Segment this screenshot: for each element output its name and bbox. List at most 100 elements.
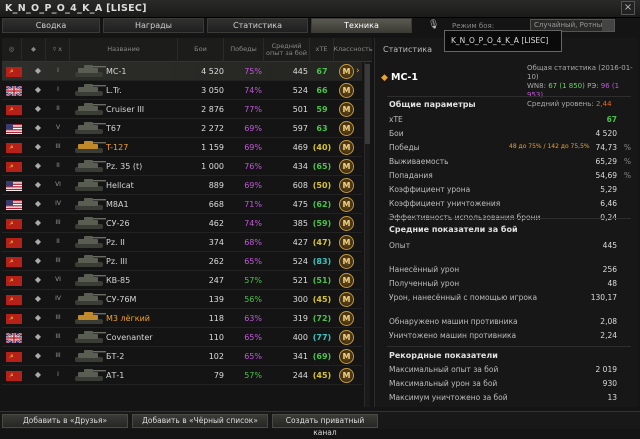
vehicle-xte: (83) xyxy=(312,257,332,266)
tier-column-header[interactable]: ▿ x xyxy=(46,38,70,62)
stat-row: Выживаемость 65,29% xyxy=(389,157,633,168)
vehicle-xte: (69) xyxy=(312,352,332,361)
mastery-badge-icon: M xyxy=(339,330,354,345)
vehicle-xte: (51) xyxy=(312,276,332,285)
general-stats-summary: Общая статистика (2016-01-10) WN8: 67 (1… xyxy=(527,64,637,109)
table-row[interactable]: ☭ ◆ II Pz. II 374 68% 427 (47) M xyxy=(2,233,362,252)
vehicle-class-icon: ◆ xyxy=(34,142,42,151)
table-row[interactable]: ☭ ◆ II Pz. 35 (t) 1 000 76% 434 (65) M xyxy=(2,157,362,176)
vehicle-battles: 4 520 xyxy=(201,67,224,76)
table-row[interactable]: ☭ ◆ III СУ-26 462 74% 385 (59) M xyxy=(2,214,362,233)
stat-value: 74,73 xyxy=(595,143,617,152)
wins-column-header[interactable]: Победы xyxy=(224,38,264,62)
svg-text:☭: ☭ xyxy=(9,297,14,303)
vehicle-class-icon: ◆ xyxy=(34,218,42,227)
vehicle-tier: II xyxy=(56,162,60,169)
vehicle-wins: 69% xyxy=(244,124,262,133)
stat-row: Опыт 445 xyxy=(389,241,633,252)
tab-awards[interactable]: Награды xyxy=(103,18,204,33)
tab-statistics[interactable]: Статистика xyxy=(207,18,308,33)
mastery-column-header[interactable]: Классность xyxy=(333,38,372,62)
stat-label: Максимальный урон за бой xyxy=(389,379,498,388)
vehicle-battles: 2 272 xyxy=(201,124,224,133)
vehicle-wins: 74% xyxy=(244,86,262,95)
svg-text:☭: ☭ xyxy=(9,240,14,246)
tab-summary[interactable]: Сводка xyxy=(2,18,100,33)
avg-tier-value: 2,44 xyxy=(595,100,612,108)
mastery-badge-icon: M xyxy=(339,83,354,98)
vehicle-tier: IV xyxy=(55,200,61,207)
stat-label: xTE xyxy=(389,115,403,124)
vehicle-tier: V xyxy=(55,124,61,131)
stat-row: Максимум уничтожено за бой 13 xyxy=(389,393,633,404)
vehicle-battles: 462 xyxy=(208,219,224,228)
table-row[interactable]: ☭ ◆ VI КВ-85 247 57% 521 (51) M xyxy=(2,271,362,290)
svg-text:☭: ☭ xyxy=(9,164,14,170)
close-icon[interactable]: × xyxy=(621,1,635,15)
percent-sign: % xyxy=(623,157,631,166)
vehicle-xte: (62) xyxy=(312,200,332,209)
nation-flag-icon: ☭ xyxy=(6,276,22,286)
svg-text:☭: ☭ xyxy=(9,221,14,227)
table-row[interactable]: ◆ VI Hellcat 889 69% 608 (50) M xyxy=(2,176,362,195)
stat-label: Нанесённый урон xyxy=(389,265,460,274)
vehicle-name: Pz. II xyxy=(106,238,125,247)
svg-text:☭: ☭ xyxy=(9,107,14,113)
add-blacklist-button[interactable]: Добавить в «Чёрный список» xyxy=(132,414,268,428)
stat-value: 445 xyxy=(602,241,617,250)
name-column-header[interactable]: Название xyxy=(70,38,178,62)
vehicle-wins: 69% xyxy=(244,181,262,190)
battle-type-label: Режим боя: xyxy=(452,22,495,30)
svg-text:☭: ☭ xyxy=(9,278,14,284)
vehicle-class-icon: ◆ xyxy=(34,237,42,246)
vehicle-battles: 262 xyxy=(208,257,224,266)
table-row[interactable]: ◆ III Covenanter 110 65% 400 (77) M xyxy=(2,328,362,347)
mastery-badge-icon: M xyxy=(339,273,354,288)
stat-value: 2,08 xyxy=(600,317,617,326)
stat-row: Победы 48 до 75% / 142 до 75,5% 74,73% xyxy=(389,143,633,154)
tank-icon xyxy=(72,235,108,250)
vehicle-list-scrollbar[interactable] xyxy=(364,62,370,407)
scrollbar-thumb[interactable] xyxy=(365,64,370,144)
vehicle-wins: 74% xyxy=(244,219,262,228)
vehicle-avg-exp: 521 xyxy=(292,276,308,285)
table-row[interactable]: ☭ ◆ IV СУ-76М 139 56% 300 (45) M xyxy=(2,290,362,309)
table-row[interactable]: ☭ ◆ I АТ-1 79 57% 244 (45) M xyxy=(2,366,362,385)
vehicle-xte: 66 xyxy=(316,86,328,95)
vehicle-name: Pz. III xyxy=(106,257,128,266)
table-row[interactable]: ☭ ◆ III T-127 1 159 69% 469 (40) M xyxy=(2,138,362,157)
vehicle-tier: VI xyxy=(55,181,61,188)
vehicle-name: T67 xyxy=(106,124,122,133)
microphone-icon[interactable]: 🎙 xyxy=(428,20,442,32)
table-row[interactable]: ◆ V T67 2 272 69% 597 63 M xyxy=(2,119,362,138)
tank-icon xyxy=(72,368,108,383)
table-row[interactable]: ☭ ◆ II Cruiser III 2 876 77% 501 59 M xyxy=(2,100,362,119)
create-channel-button[interactable]: Создать приватный канал xyxy=(272,414,378,437)
vehicle-xte: (72) xyxy=(312,314,332,323)
class-column-header[interactable]: ◆ xyxy=(22,38,46,62)
vehicle-wins: 77% xyxy=(244,105,262,114)
nation-flag-icon: ☭ xyxy=(6,314,22,324)
nation-column-header[interactable]: ◎ xyxy=(2,38,22,62)
tank-icon xyxy=(72,216,108,231)
battles-column-header[interactable]: Бои xyxy=(178,38,224,62)
vehicle-tier: I xyxy=(57,371,59,378)
table-row[interactable]: ☭ ◆ III БТ-2 102 65% 341 (69) M xyxy=(2,347,362,366)
xte-column-header[interactable]: xTE xyxy=(310,38,334,62)
table-row[interactable]: ◆ I L.Tr. 3 050 74% 524 66 M xyxy=(2,81,362,100)
vehicle-wins: 65% xyxy=(244,257,262,266)
tab-vehicles[interactable]: Техника xyxy=(311,18,412,33)
vehicle-tier: II xyxy=(56,238,60,245)
stat-label: Победы xyxy=(389,143,420,152)
vehicle-battles: 102 xyxy=(208,352,224,361)
tank-icon xyxy=(72,102,108,117)
nation-flag-icon: ☭ xyxy=(6,219,22,229)
panel-tab-statistics[interactable]: Статистика xyxy=(383,45,432,54)
stat-value: 6,46 xyxy=(600,199,617,208)
table-row[interactable]: ☭ ◆ III Pz. III 262 65% 524 (83) M xyxy=(2,252,362,271)
add-friend-button[interactable]: Добавить в «Друзья» xyxy=(2,414,128,428)
table-row[interactable]: ◆ IV M8A1 668 71% 475 (62) M xyxy=(2,195,362,214)
table-row[interactable]: ☭ ◆ III М3 лёгкий 118 63% 319 (72) M xyxy=(2,309,362,328)
avg-exp-column-header[interactable]: Средний опыт за бой xyxy=(264,38,310,62)
table-row[interactable]: ☭ ◆ I МС-1 4 520 75% 445 67 M › xyxy=(2,62,362,81)
